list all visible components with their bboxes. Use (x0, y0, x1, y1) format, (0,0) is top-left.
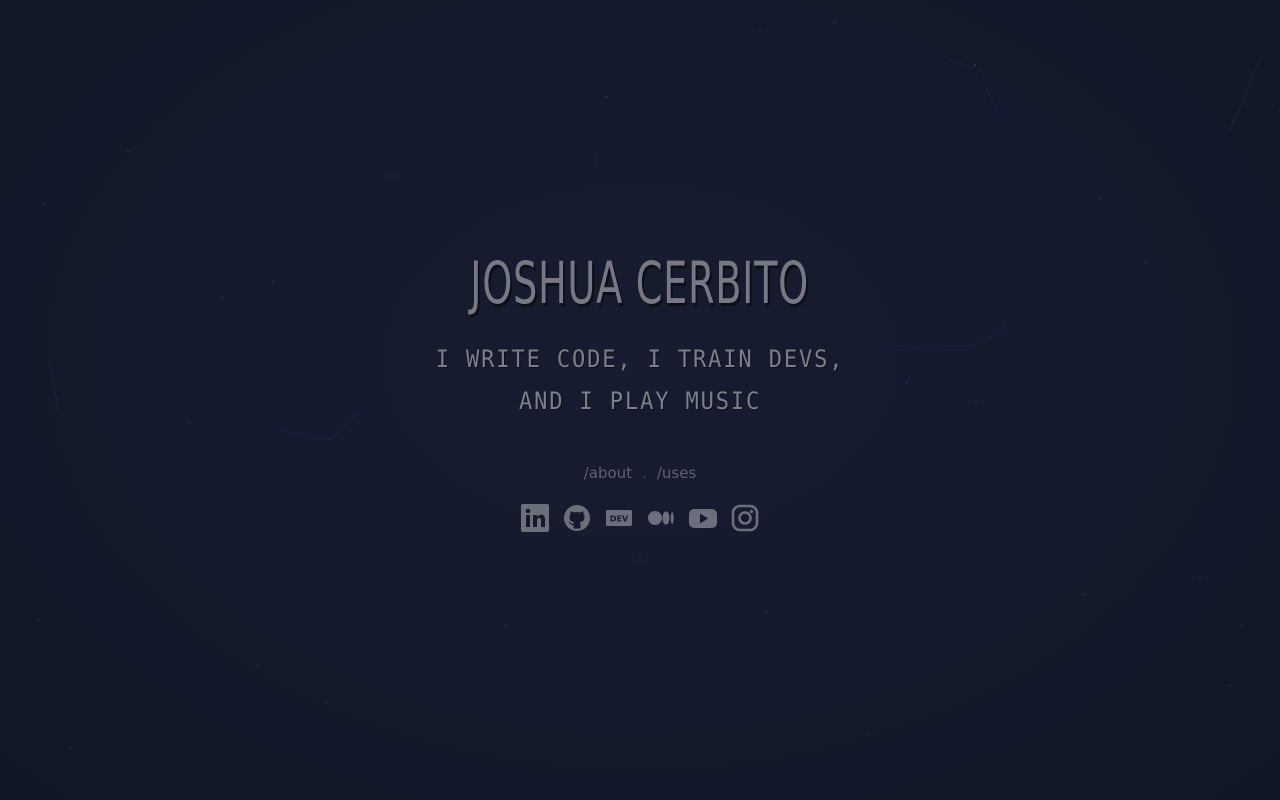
linkedin-icon[interactable] (521, 504, 549, 532)
about-link[interactable]: /about (584, 464, 632, 482)
youtube-icon[interactable] (689, 504, 717, 532)
tagline: I WRITE CODE, I TRAIN DEVS, AND I PLAY M… (436, 338, 845, 422)
nav-separator: . (642, 464, 647, 482)
dev-icon[interactable]: DEV (605, 504, 633, 532)
nav-links: /about . /uses (584, 464, 697, 482)
page-title: JOSHUA CERBITO (470, 249, 810, 317)
svg-text:DEV: DEV (610, 515, 629, 524)
hero: JOSHUA CERBITO I WRITE CODE, I TRAIN DEV… (0, 240, 1280, 532)
medium-icon[interactable] (647, 504, 675, 532)
tagline-line-1: I WRITE CODE, I TRAIN DEVS, (435, 345, 845, 373)
github-icon[interactable] (563, 504, 591, 532)
tagline-line-2: AND I PLAY MUSIC (518, 387, 762, 415)
social-links: DEV (521, 504, 759, 532)
instagram-icon[interactable] (731, 504, 759, 532)
page: JOSHUA CERBITO I WRITE CODE, I TRAIN DEV… (0, 0, 1280, 800)
uses-link[interactable]: /uses (657, 464, 696, 482)
